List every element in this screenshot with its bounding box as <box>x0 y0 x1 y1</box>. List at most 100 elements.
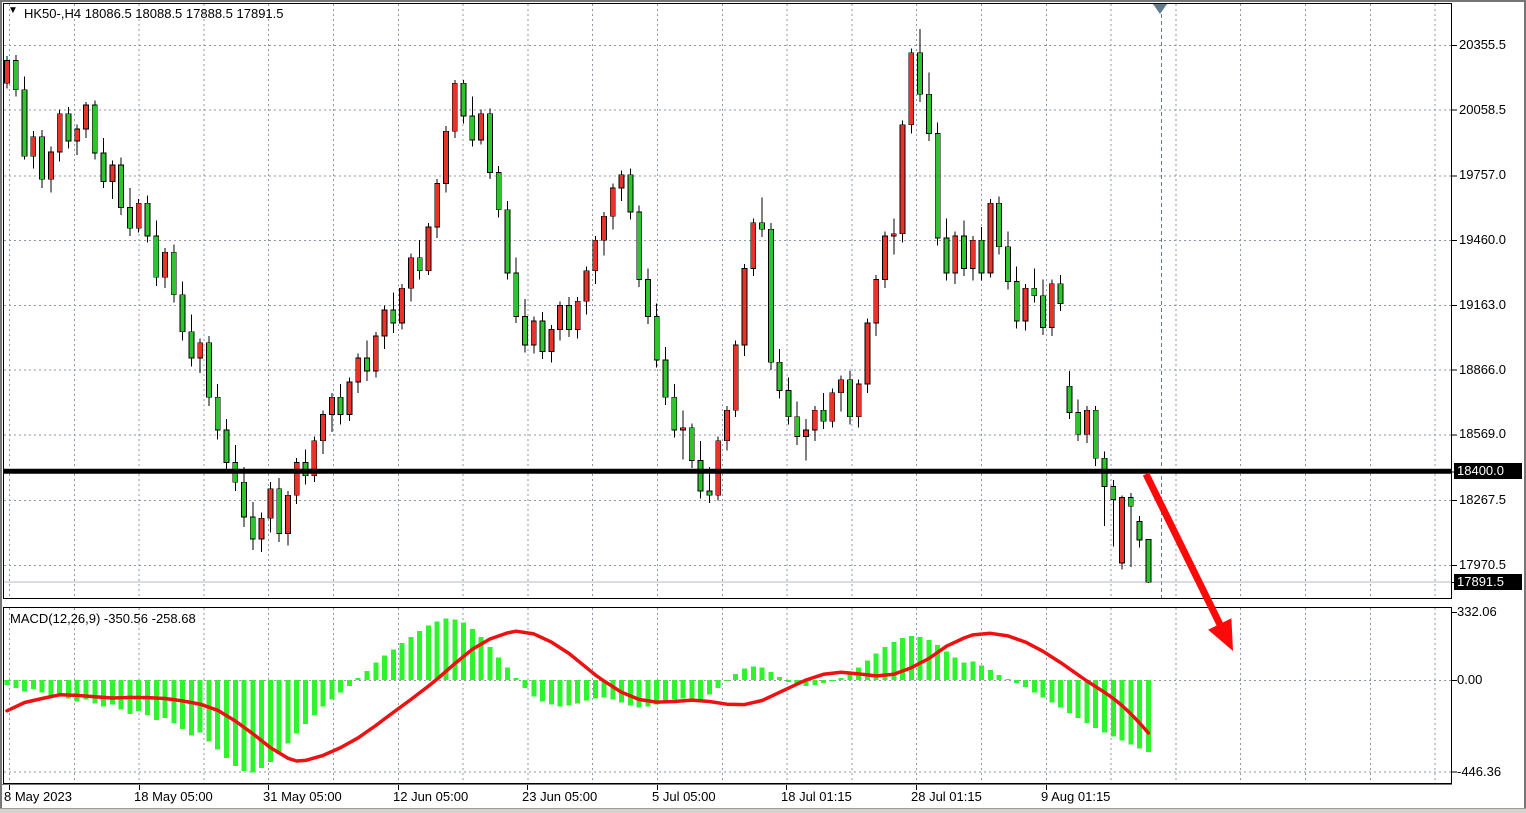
macd-histogram-bar <box>180 680 185 729</box>
candle-up <box>373 336 378 371</box>
macd-histogram-bar <box>259 680 264 768</box>
macd-histogram-bar <box>1041 680 1046 697</box>
macd-histogram-bar <box>1111 680 1116 736</box>
candle-down <box>461 83 466 116</box>
candle-down <box>154 236 159 277</box>
candle-down <box>40 137 45 180</box>
macd-histogram-bar <box>909 636 914 680</box>
frame-top <box>0 0 1526 2</box>
macd-histogram-bar <box>1120 680 1125 740</box>
macd-histogram-bar <box>224 680 229 758</box>
macd-histogram-bar <box>786 680 791 682</box>
candle-down <box>628 175 633 212</box>
candle-down <box>637 212 642 280</box>
candle-down <box>13 60 18 89</box>
candle-down <box>514 273 519 317</box>
candle-down <box>206 343 211 398</box>
candle-up <box>619 175 624 188</box>
macd-histogram-bar <box>663 680 668 702</box>
macd-histogram-bar <box>558 680 563 707</box>
candle-down <box>1076 412 1081 434</box>
candle-up <box>856 384 861 417</box>
macd-histogram-bar <box>426 626 431 680</box>
macd-histogram-bar <box>742 669 747 680</box>
time-axis-label: 28 Jul 01:15 <box>911 789 982 805</box>
candle-down <box>1014 282 1019 321</box>
macd-histogram-bar <box>1137 680 1142 749</box>
macd-histogram-bar <box>1032 680 1037 692</box>
macd-histogram-bar <box>417 631 422 680</box>
candle-down <box>944 238 949 273</box>
candle-down <box>698 460 703 491</box>
macd-histogram-bar <box>487 647 492 680</box>
candle-down <box>417 258 422 271</box>
macd-histogram-bar <box>777 677 782 680</box>
candle-up <box>382 310 387 336</box>
macd-histogram-bar <box>821 680 826 683</box>
candle-up <box>329 397 334 414</box>
candle-down <box>189 332 194 358</box>
candle-up <box>610 188 615 216</box>
candle-down <box>1005 247 1010 282</box>
candle-up <box>900 125 905 234</box>
macd-axis-label: 332.06 <box>1457 604 1497 620</box>
macd-histogram-bar <box>5 680 10 685</box>
macd-histogram-bar <box>760 668 765 680</box>
macd-histogram-bar <box>294 680 299 733</box>
candle-up <box>285 495 290 533</box>
candle-up <box>268 489 273 518</box>
candle-down <box>1041 296 1046 328</box>
macd-histogram-bar <box>637 680 642 708</box>
candle-down <box>689 428 694 461</box>
macd-histogram-bar <box>716 680 721 688</box>
symbol-dropdown-icon[interactable]: ▼ <box>8 5 18 16</box>
macd-axis-label: 0.00 <box>1457 672 1482 688</box>
macd-histogram-bar <box>1067 680 1072 713</box>
macd-histogram-bar <box>681 680 686 698</box>
macd-histogram-bar <box>461 623 466 680</box>
price-axis-label: 17970.5 <box>1459 557 1506 573</box>
candle-up <box>321 415 326 441</box>
time-axis-label: 9 Aug 01:15 <box>1041 789 1110 805</box>
candle-up <box>163 252 168 277</box>
macd-histogram-bar <box>1005 679 1010 680</box>
macd-histogram-bar <box>698 680 703 699</box>
macd-histogram-bar <box>400 643 405 680</box>
macd-histogram-bar <box>215 680 220 750</box>
macd-panel-border <box>4 608 1452 784</box>
macd-histogram-bar <box>31 680 36 689</box>
candle-up <box>803 430 808 437</box>
candle-up <box>839 380 844 393</box>
candle-up <box>865 323 870 384</box>
candle-up <box>435 184 440 228</box>
candle-up <box>198 343 203 358</box>
candle-up <box>444 131 449 183</box>
macd-histogram-bar <box>40 680 45 692</box>
candle-down <box>672 397 677 430</box>
candle-up <box>1120 497 1125 562</box>
macd-histogram-bar <box>970 662 975 680</box>
macd-histogram-bar <box>356 678 361 680</box>
candles-group <box>5 29 1151 583</box>
macd-axis-label: -446.36 <box>1457 764 1501 780</box>
macd-histogram-bar <box>1102 680 1107 732</box>
chart-title-ohlc: HK50-,H4 18086.5 18088.5 17888.5 17891.5 <box>24 6 284 22</box>
chart-canvas[interactable] <box>0 0 1526 813</box>
candle-up <box>531 321 536 345</box>
macd-histogram-bar <box>1014 680 1019 683</box>
macd-histogram-bar <box>540 680 545 702</box>
candle-up <box>452 83 457 131</box>
macd-histogram-bar <box>452 620 457 680</box>
candle-down <box>470 116 475 140</box>
candle-down <box>224 430 229 463</box>
macd-histogram-bar <box>918 637 923 680</box>
candle-down <box>786 391 791 417</box>
price-axis-label: 20058.5 <box>1459 102 1506 118</box>
candle-down <box>523 317 528 345</box>
macd-histogram-bar <box>724 680 729 681</box>
time-axis-label: 31 May 05:00 <box>263 789 342 805</box>
window-bottom-strip <box>0 808 1526 813</box>
candle-up <box>136 203 141 228</box>
last-bar-marker-icon <box>1153 4 1167 14</box>
candle-up <box>742 269 747 345</box>
